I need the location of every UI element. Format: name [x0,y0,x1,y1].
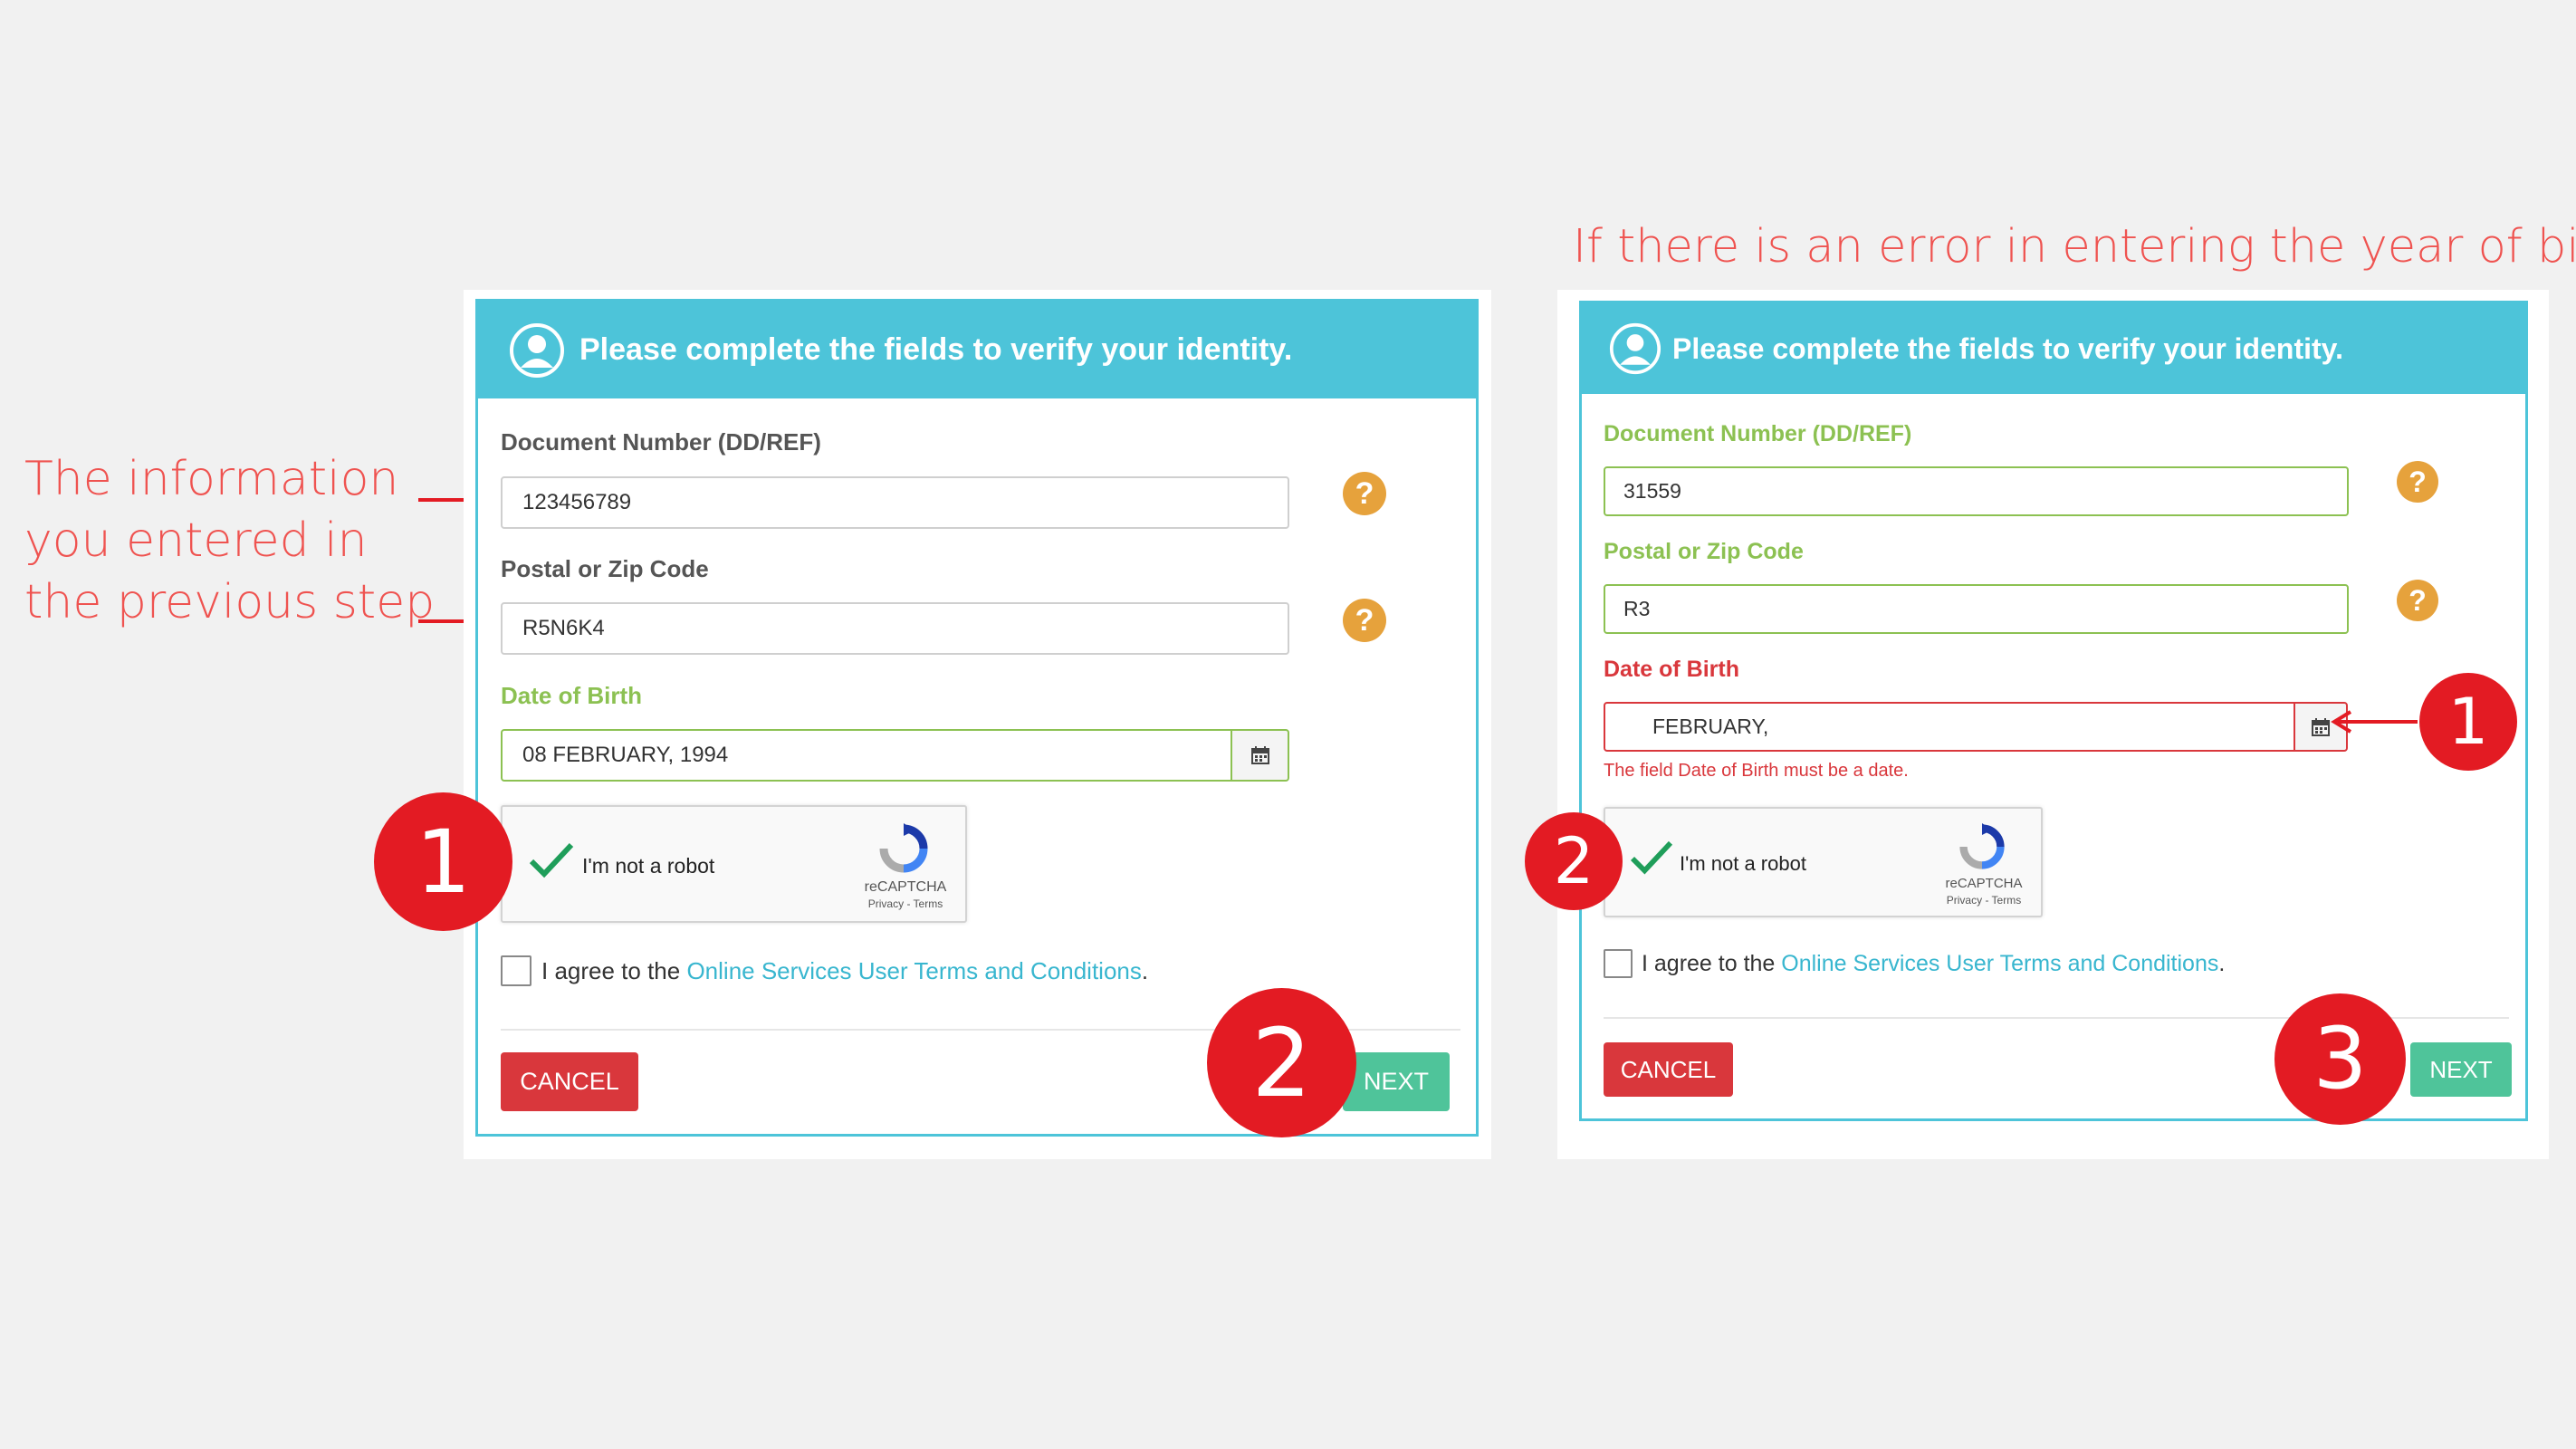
checkmark-icon [1630,840,1673,875]
date-of-birth-input[interactable]: 08 FEBRUARY, 1994 [501,729,1232,782]
annotation-line: the previous step [24,575,436,629]
user-avatar-icon [510,322,564,378]
recaptcha-widget[interactable]: I'm not a robot reCAPTCHA Privacy - Term… [501,805,967,923]
date-of-birth-input[interactable]: FEBRUARY, [1604,702,2295,752]
captcha-label: I'm not a robot [582,854,715,878]
document-number-value: 31559 [1623,479,1681,503]
postal-code-label: Postal or Zip Code [1604,539,1804,564]
next-button[interactable]: NEXT [1343,1052,1450,1111]
panel-header: Please complete the fields to verify you… [478,302,1476,398]
document-number-input[interactable]: 123456789 [501,476,1289,529]
user-avatar-icon [1609,322,1661,375]
recaptcha-logo-icon [879,823,928,873]
next-button[interactable]: NEXT [2410,1042,2512,1097]
pointer-arrow-icon [2331,710,2418,734]
cancel-button[interactable]: CANCEL [501,1052,638,1111]
date-of-birth-label: Date of Birth [1604,657,1739,682]
recaptcha-links[interactable]: Privacy - Terms [1939,894,2029,907]
document-number-label: Document Number (DD/REF) [501,428,821,456]
terms-suffix: . [1141,956,1149,984]
terms-link[interactable]: Online Services User Terms and Condition… [686,957,1141,985]
checkmark-icon [529,842,574,878]
recaptcha-brand: reCAPTCHA [864,879,947,895]
annotation-line: you entered in [24,513,368,568]
terms-prefix: I agree to the [541,956,687,984]
terms-checkbox[interactable] [1604,949,1633,978]
step-badge: 2 [1207,988,1356,1137]
panel-header: Please complete the fields to verify you… [1582,303,2525,394]
calendar-icon [1250,746,1269,764]
step-badge: 2 [1525,812,1623,910]
panel-title: Please complete the fields to verify you… [1672,331,2343,365]
step-badge: 3 [2274,993,2406,1125]
postal-code-value: R5N6K4 [522,616,605,640]
recaptcha-logo-icon [1959,823,2005,869]
document-number-label: Document Number (DD/REF) [1604,421,1912,446]
document-number-value: 123456789 [522,490,632,514]
date-of-birth-value: 08 FEBRUARY, 1994 [522,743,729,767]
help-icon[interactable]: ? [1343,599,1386,642]
captcha-label: I'm not a robot [1680,852,1806,875]
panel-title: Please complete the fields to verify you… [579,332,1293,367]
date-of-birth-label: Date of Birth [501,682,642,709]
right-annotation-text: If there is an error in entering the yea… [1573,220,2576,273]
help-icon[interactable]: ? [2397,580,2438,621]
terms-suffix: . [2218,950,2226,976]
postal-code-input[interactable]: R5N6K4 [501,602,1289,655]
recaptcha-brand: reCAPTCHA [1945,876,2023,891]
left-annotation-text: The information you entered in the previ… [24,448,435,633]
step-badge: 1 [374,792,512,931]
help-icon[interactable]: ? [2397,461,2438,503]
postal-code-value: R3 [1623,597,1651,620]
calendar-icon [2312,717,2330,736]
date-of-birth-error: The field Date of Birth must be a date. [1604,761,1909,781]
calendar-button[interactable] [1231,729,1289,782]
terms-checkbox[interactable] [501,955,531,986]
recaptcha-widget[interactable]: I'm not a robot reCAPTCHA Privacy - Term… [1604,807,2043,917]
terms-prefix: I agree to the [1642,950,1782,976]
postal-code-label: Postal or Zip Code [501,555,709,582]
step-badge: 1 [2419,673,2517,771]
terms-link[interactable]: Online Services User Terms and Condition… [1781,951,2218,977]
terms-agreement: I agree to the Online Services User Term… [1604,949,2225,978]
date-of-birth-value: FEBRUARY, [1652,715,1769,738]
terms-agreement: I agree to the Online Services User Term… [501,955,1148,986]
cancel-button[interactable]: CANCEL [1604,1042,1733,1097]
document-number-input[interactable]: 31559 [1604,466,2349,516]
help-icon[interactable]: ? [1343,472,1386,515]
postal-code-input[interactable]: R3 [1604,584,2349,634]
recaptcha-links[interactable]: Privacy - Terms [860,897,951,910]
annotation-line: The information [24,452,399,506]
